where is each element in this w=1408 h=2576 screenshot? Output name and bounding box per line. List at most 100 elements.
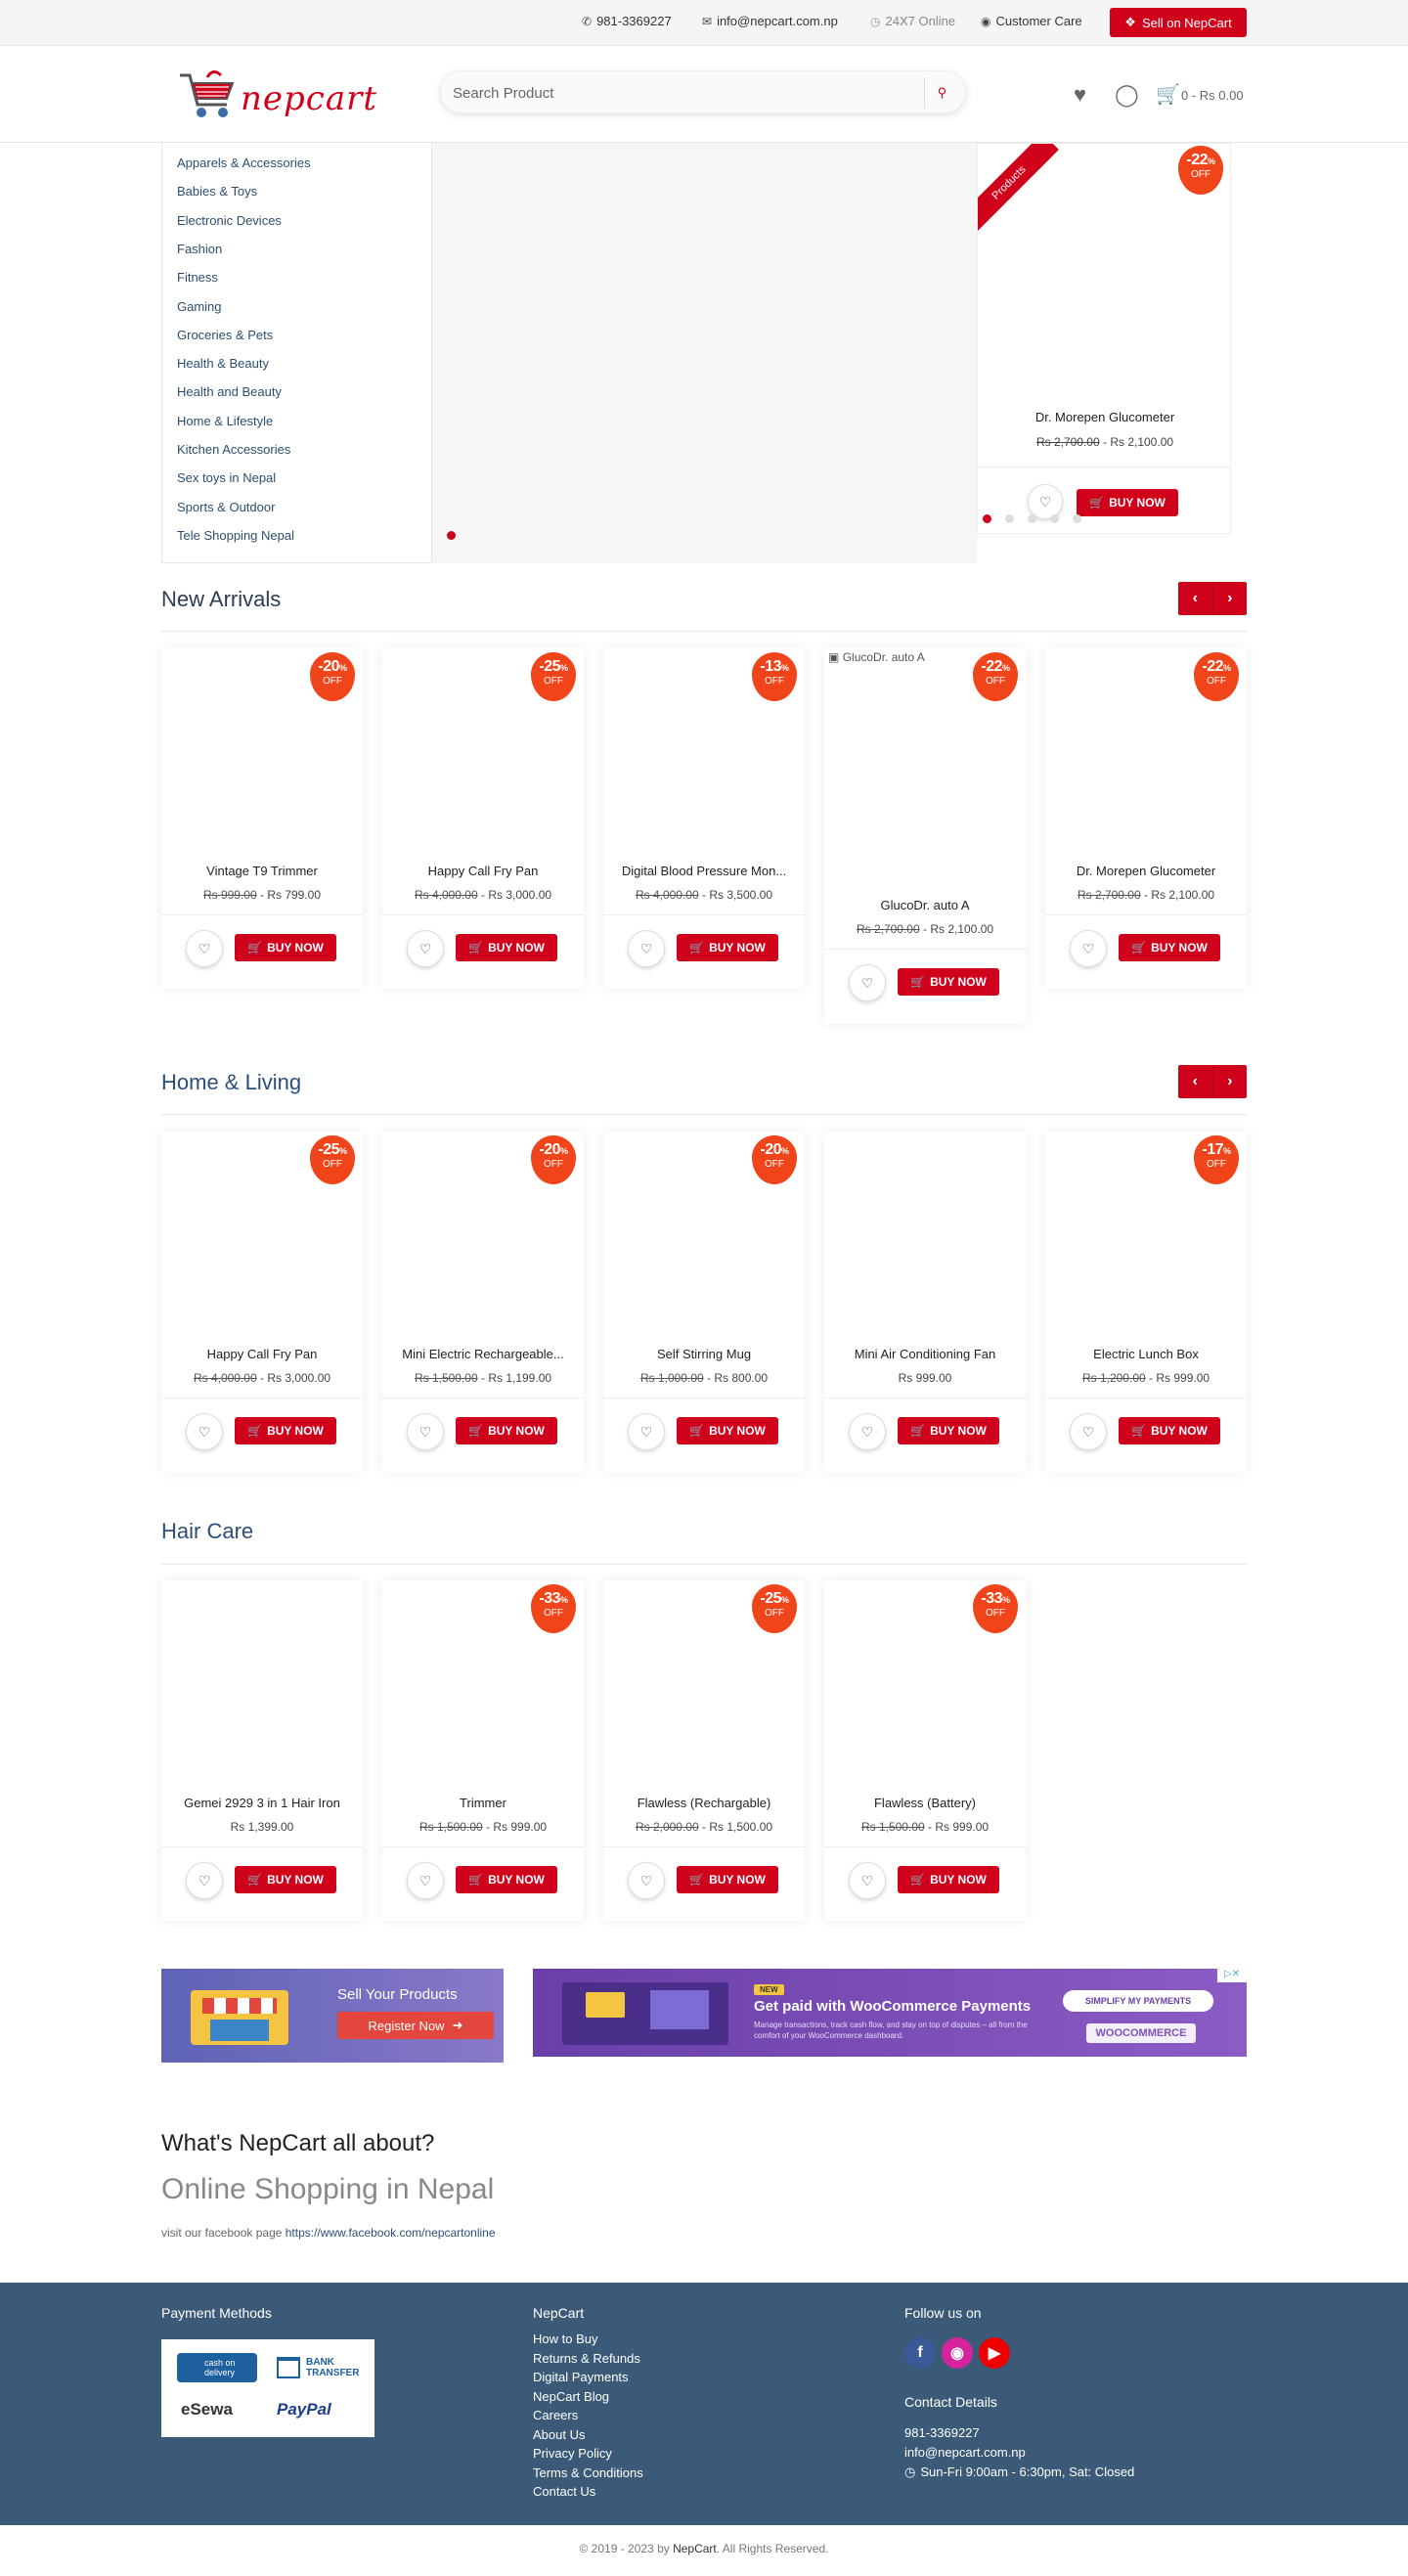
product-card[interactable]: ▣ GlucoDr. auto A -22% OFF GlucoDr. auto AR…	[824, 648, 1026, 1024]
category-link[interactable]: Sports & Outdoor	[177, 500, 275, 514]
hero-slider[interactable]	[432, 143, 977, 563]
product-name[interactable]: Gemei 2929 3 in 1 Hair Iron	[161, 1796, 363, 1810]
footer-link[interactable]: NepCart Blog	[533, 2389, 609, 2404]
product-name[interactable]: Flawless (Battery)	[824, 1796, 1026, 1810]
prev-button[interactable]: ‹	[1178, 1065, 1213, 1098]
wishlist-button[interactable]: ♡	[407, 930, 444, 967]
cart-icon[interactable]: 🛒	[1156, 82, 1180, 107]
wishlist-button[interactable]: ♡	[628, 930, 665, 967]
dot[interactable]	[1050, 514, 1059, 523]
wishlist-button[interactable]: ♡	[186, 1413, 223, 1450]
product-name[interactable]: Digital Blood Pressure Mon...	[603, 864, 805, 878]
product-name[interactable]: Mini Air Conditioning Fan	[824, 1347, 1026, 1361]
category-link[interactable]: Fitness	[177, 270, 218, 285]
product-card[interactable]: -20% OFF Self Stirring Mug Rs 1,000.00 - Rs…	[603, 1132, 805, 1472]
buy-now-button[interactable]: 🛒 BUY NOW	[1077, 489, 1178, 516]
product-card[interactable]: -20% OFF Vintage T9 Trimmer Rs 999.00 - Rs …	[161, 648, 363, 989]
cart-summary[interactable]: 0 - Rs 0.00	[1181, 88, 1244, 103]
account-user-icon[interactable]: ◯	[1115, 82, 1139, 108]
wishlist-button[interactable]: ♡	[1070, 1413, 1107, 1450]
product-name[interactable]: Self Stirring Mug	[603, 1347, 805, 1361]
wishlist-button[interactable]: ♡	[407, 1413, 444, 1450]
search-input[interactable]	[453, 81, 912, 105]
product-card[interactable]: -25% OFF Happy Call Fry Pan Rs 4,000.00 - R…	[161, 1132, 363, 1472]
product-card[interactable]: Gemei 2929 3 in 1 Hair Iron Rs 1,399.00 ♡ 🛒…	[161, 1580, 363, 1921]
dot[interactable]	[1005, 514, 1014, 523]
category-link[interactable]: Kitchen Accessories	[177, 442, 290, 457]
category-link[interactable]: Groceries & Pets	[177, 328, 273, 342]
buy-now-button[interactable]: 🛒 BUY NOW	[235, 1417, 336, 1444]
product-image[interactable]	[824, 1132, 1026, 1337]
next-button[interactable]: ›	[1213, 1065, 1248, 1098]
category-link[interactable]: Sex toys in Nepal	[177, 470, 276, 485]
wishlist-button[interactable]: ♡	[628, 1413, 665, 1450]
buy-now-button[interactable]: 🛒 BUY NOW	[235, 1866, 336, 1893]
buy-now-button[interactable]: 🛒 BUY NOW	[898, 1417, 999, 1444]
product-card[interactable]: -33% OFF Flawless (Battery) Rs 1,500.00 - R…	[824, 1580, 1026, 1921]
buy-now-button[interactable]: 🛒 BUY NOW	[456, 934, 557, 961]
product-name[interactable]: GlucoDr. auto A	[824, 898, 1026, 912]
product-card[interactable]: -25% OFF Happy Call Fry Pan Rs 4,000.00 - R…	[382, 648, 584, 989]
woocommerce-payments-ad[interactable]: NEW Get paid with WooCommerce Payments M…	[533, 1969, 1247, 2057]
category-link[interactable]: Electronic Devices	[177, 213, 282, 228]
wishlist-button[interactable]: ♡	[849, 1862, 886, 1899]
product-card[interactable]: -25% OFF Flawless (Rechargable) Rs 2,000.00…	[603, 1580, 805, 1921]
sell-on-nepcart-button[interactable]: ❖ Sell on NepCart	[1110, 8, 1247, 37]
wishlist-heart-icon[interactable]: ♥	[1074, 82, 1086, 108]
contact-email[interactable]: info@nepcart.com.np	[904, 2445, 1026, 2460]
dot-active[interactable]	[983, 514, 991, 523]
product-name[interactable]: Mini Electric Rechargeable...	[382, 1347, 584, 1361]
footer-link[interactable]: Terms & Conditions	[533, 2465, 643, 2480]
wishlist-button[interactable]: ♡	[186, 1862, 223, 1899]
product-card[interactable]: -20% OFF Mini Electric Rechargeable... Rs 1…	[382, 1132, 584, 1472]
facebook-icon[interactable]: f	[904, 2337, 936, 2369]
ad-close-icon[interactable]: ▷✕	[1217, 1969, 1247, 1982]
logo[interactable]: nepcart	[176, 66, 376, 129]
youtube-icon[interactable]: ▶	[979, 2337, 1010, 2369]
footer-link[interactable]: Returns & Refunds	[533, 2351, 640, 2366]
footer-link[interactable]: Contact Us	[533, 2484, 595, 2499]
buy-now-button[interactable]: 🛒 BUY NOW	[456, 1417, 557, 1444]
product-card[interactable]: Mini Air Conditioning Fan Rs 999.00 ♡ 🛒 BUY …	[824, 1132, 1026, 1472]
product-card[interactable]: -33% OFF Trimmer Rs 1,500.00 - Rs 999.00 ♡ 🛒 B…	[382, 1580, 584, 1921]
footer-link[interactable]: Privacy Policy	[533, 2446, 612, 2461]
category-link[interactable]: Babies & Toys	[177, 184, 257, 199]
category-link[interactable]: Health & Beauty	[177, 356, 269, 371]
wishlist-button[interactable]: ♡	[1070, 930, 1107, 967]
featured-product-name[interactable]: Dr. Morepen Glucometer	[978, 410, 1230, 424]
wishlist-button[interactable]: ♡	[186, 930, 223, 967]
buy-now-button[interactable]: 🛒 BUY NOW	[1119, 1417, 1220, 1444]
product-name[interactable]: Electric Lunch Box	[1045, 1347, 1247, 1361]
email-link[interactable]: ✉ info@nepcart.com.np	[702, 14, 838, 28]
category-link[interactable]: Fashion	[177, 242, 222, 256]
facebook-page-link[interactable]: https://www.facebook.com/nepcartonline	[286, 2226, 496, 2240]
buy-now-button[interactable]: 🛒 BUY NOW	[898, 968, 999, 996]
buy-now-button[interactable]: 🛒 BUY NOW	[898, 1866, 999, 1893]
product-name[interactable]: Vintage T9 Trimmer	[161, 864, 363, 878]
slider-dot-active[interactable]	[447, 531, 456, 540]
product-name[interactable]: Happy Call Fry Pan	[382, 864, 584, 878]
wishlist-button[interactable]: ♡	[849, 1413, 886, 1450]
register-now-button[interactable]: Register Now ➜	[337, 2012, 494, 2039]
contact-phone[interactable]: 981-3369227	[904, 2425, 980, 2440]
phone-link[interactable]: ✆ 981-3369227	[582, 14, 672, 28]
product-name[interactable]: Flawless (Rechargable)	[603, 1796, 805, 1810]
dot[interactable]	[1073, 514, 1081, 523]
wishlist-button[interactable]: ♡	[407, 1862, 444, 1899]
customer-care-link[interactable]: ◉ Customer Care	[981, 14, 1082, 28]
buy-now-button[interactable]: 🛒 BUY NOW	[235, 934, 336, 961]
product-name[interactable]: Dr. Morepen Glucometer	[1045, 864, 1247, 878]
sell-your-products-banner[interactable]: Sell Your Products Register Now ➜	[161, 1969, 504, 2063]
category-link[interactable]: Gaming	[177, 299, 222, 314]
product-card[interactable]: -13% OFF Digital Blood Pressure Mon... Rs 4…	[603, 648, 805, 989]
category-link[interactable]: Home & Lifestyle	[177, 414, 273, 428]
next-button[interactable]: ›	[1213, 582, 1248, 615]
product-card[interactable]: -22% OFF Dr. Morepen Glucometer Rs 2,700.00…	[1045, 648, 1247, 989]
product-name[interactable]: Happy Call Fry Pan	[161, 1347, 363, 1361]
buy-now-button[interactable]: 🛒 BUY NOW	[677, 1417, 778, 1444]
category-link[interactable]: Apparels & Accessories	[177, 155, 311, 170]
buy-now-button[interactable]: 🛒 BUY NOW	[456, 1866, 557, 1893]
buy-now-button[interactable]: 🛒 BUY NOW	[1119, 934, 1220, 961]
product-image[interactable]	[161, 1580, 363, 1786]
instagram-icon[interactable]: ◉	[942, 2337, 973, 2369]
